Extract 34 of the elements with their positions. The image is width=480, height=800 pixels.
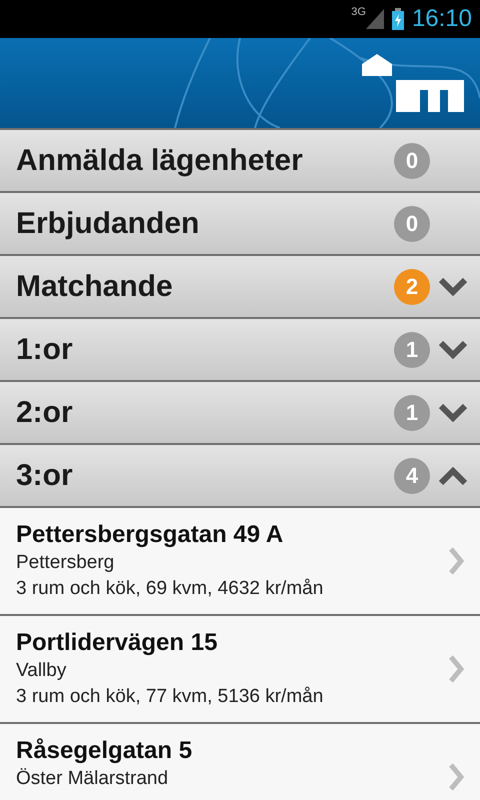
category-row[interactable]: 1:or 1 <box>0 317 480 380</box>
category-title: Erbjudanden <box>16 206 200 242</box>
category-row[interactable]: Matchande 2 <box>0 254 480 317</box>
listing-area: Vallby <box>16 658 448 684</box>
logo-icon <box>362 54 464 112</box>
count-badge: 4 <box>394 458 430 494</box>
network-label: 3G <box>351 5 366 20</box>
category-row[interactable]: 2:or 1 <box>0 380 480 443</box>
count-badge: 0 <box>394 206 430 242</box>
category-title: 3:or <box>16 458 74 494</box>
listing-details: 3 rum och kök, 77 kvm, 5136 kr/mån <box>16 685 324 709</box>
count-badge: 0 <box>394 142 430 178</box>
clock-time: 16:10 <box>412 4 472 34</box>
listing-area: Pettersberg <box>16 550 448 576</box>
signal-icon <box>366 9 384 29</box>
listing-details: 3 rum och kök, 69 kvm, 4632 kr/mån <box>16 577 324 601</box>
listing-address: Råsegelgatan 5 <box>16 736 194 766</box>
count-badge: 1 <box>394 332 430 368</box>
chevron-right-icon <box>448 762 464 792</box>
category-row[interactable]: 3:or 4 <box>0 443 480 506</box>
listing-address: Pettersbergsgatan 49 A <box>16 520 284 550</box>
count-badge: 1 <box>394 394 430 430</box>
category-row[interactable]: Erbjudanden 0 <box>0 191 480 254</box>
category-title: Anmälda lägenheter <box>16 143 304 179</box>
category-title: 2:or <box>16 395 74 431</box>
category-row[interactable]: Anmälda lägenheter 0 <box>0 128 480 191</box>
battery-icon <box>392 8 404 30</box>
listing-address: Portlidervägen 15 <box>16 628 218 658</box>
chevron-right-icon <box>448 546 464 576</box>
chevron-right-icon <box>448 654 464 684</box>
category-title: Matchande <box>16 269 174 305</box>
count-badge: 2 <box>394 268 430 304</box>
category-title: 1:or <box>16 332 74 368</box>
listing-area: Öster Mälarstrand <box>16 766 448 792</box>
